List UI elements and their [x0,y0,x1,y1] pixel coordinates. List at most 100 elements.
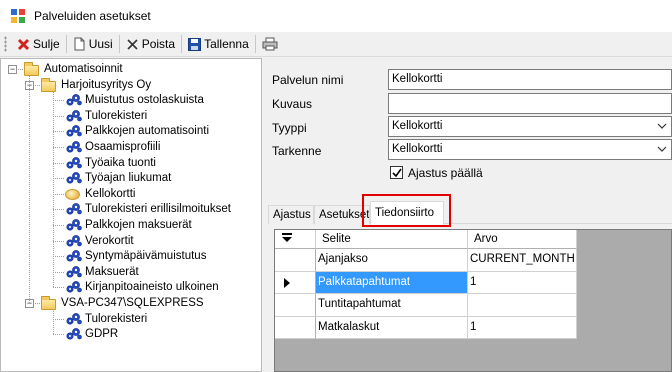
gears-icon [65,249,82,263]
collapse-icon[interactable]: − [8,65,17,74]
gears-icon [65,234,82,248]
tab-schedule[interactable]: Ajastus [268,205,314,224]
tree-item[interactable]: Kirjanpitoaineisto ulkoinen [65,279,219,295]
toolbar-separator [118,35,120,53]
filter-dropdown-icon [282,233,292,242]
tree-node-label: GDPR [85,328,119,341]
grid-cell-description[interactable]: Matkalaskut [316,316,468,339]
service-name-field[interactable]: Kellokortti [388,69,672,90]
tree-connector [53,84,54,288]
tree-connector [53,100,64,102]
grid-cell-value[interactable] [468,294,577,317]
type-dropdown-value: Kellokortti [392,120,443,132]
row-header[interactable] [275,271,316,294]
tree-item[interactable]: Verokortit [65,233,134,249]
tree-item[interactable]: Maksuerät [65,264,139,280]
gears-icon [65,265,82,279]
tree-item[interactable]: Palkkojen automatisointi [65,123,209,139]
tree-node-label: Palkkojen automatisointi [85,125,210,138]
subtype-dropdown-value: Kellokortti [392,143,443,155]
tree-item[interactable]: Palkkojen maksuerät [65,217,192,233]
current-row-arrow-icon [284,277,290,288]
new-button[interactable]: Uusi [69,33,117,55]
tree-item[interactable]: Tulorekisteri [65,108,147,124]
row-header[interactable] [275,316,316,339]
grid-cell-value[interactable]: 1 [468,316,577,339]
grid-cell-description[interactable]: Ajanjakso [316,249,468,272]
tree-item[interactable]: Työaika tuonti [65,155,156,171]
service-settings-panel: Palvelun nimi Kellokortti Kuvaus Tyyppi … [266,58,672,372]
highlight-annotation [362,194,451,227]
close-button[interactable]: Sulje [13,33,64,55]
grid-cell-description[interactable]: Palkkatapahtumat [316,271,468,294]
chevron-down-icon [657,146,667,152]
gears-icon [65,109,82,123]
gears-icon [65,156,82,170]
gears-icon [65,280,82,294]
toolbar-separator [65,35,67,53]
schedule-checkbox[interactable] [390,166,403,179]
folder-icon [24,62,40,76]
app-icon [10,8,26,24]
tree-item[interactable]: Tulorekisteri erillisilmoitukset [65,201,231,217]
grid-cell-value[interactable]: 1 [468,271,577,294]
tree-node-label: Muistutus ostolaskuista [85,94,204,107]
tree-node-label: Työajan liukumat [85,172,172,185]
gears-icon [65,218,82,232]
tree-item[interactable]: Muistutus ostolaskuista [65,92,204,108]
window-title: Palveluiden asetukset [34,9,151,23]
tree-node-label: Kirjanpitoaineisto ulkoinen [85,281,219,294]
type-dropdown[interactable]: Kellokortti [388,116,672,137]
tree-group-root[interactable]: Automatisoinnit [24,61,123,77]
row-header[interactable] [275,249,316,272]
save-button[interactable]: Tallenna [184,33,253,55]
tree-connector [53,115,64,117]
description-field[interactable] [388,93,672,114]
tree-node-label: VSA-PC347\SQLEXPRESS [61,297,204,309]
tree-node-label: Osaamisprofiili [85,141,161,153]
toolbar-separator [254,35,256,53]
gears-icon [65,327,82,341]
subtype-label: Tarkenne [272,144,322,158]
tree-node-label: Syntymäpäivämuistutus [85,250,207,263]
tree-connector [53,318,64,320]
gears-icon [65,202,82,216]
selected-node-icon [65,187,81,201]
tree-group-server[interactable]: VSA-PC347\SQLEXPRESS [41,295,204,311]
tree-item[interactable]: Työajan liukumat [65,170,171,186]
automation-tree[interactable]: − − − Automatisoinnit Harjoitusyritys Oy Mui… [0,58,262,372]
description-label: Kuvaus [272,97,313,111]
column-header-description[interactable]: Selite [316,230,468,249]
subtype-dropdown[interactable]: Kellokortti [388,139,672,160]
tree-item[interactable]: Osaamisprofiili [65,139,160,155]
toolbar-separator [181,35,183,53]
service-name-label: Palvelun nimi [272,73,344,87]
tree-item[interactable]: GDPR [65,326,118,342]
grid-corner-header[interactable] [275,230,316,249]
chevron-down-icon [657,123,667,129]
title-bar: Palveluiden asetukset [0,0,672,32]
tree-item[interactable]: Tulorekisteri [65,311,147,327]
delete-button[interactable]: Poista [122,33,179,55]
print-button[interactable] [258,33,285,55]
tree-group-company[interactable]: Harjoitusyritys Oy [41,77,151,93]
row-header[interactable] [275,294,316,317]
tree-node-label: Maksuerät [85,265,139,278]
tree-node-label: Tulorekisteri [85,312,148,325]
toolbar-grip[interactable] [4,36,7,52]
tree-connector [53,209,64,211]
new-document-icon [74,37,85,51]
close-button-label: Sulje [33,37,60,51]
tree-connector [53,256,64,258]
tree-item[interactable]: Syntymäpäivämuistutus [65,248,206,264]
data-grid[interactable]: Selite Arvo Ajanjakso CURRENT_MONTH Palkka… [274,229,672,372]
grid-cell-value[interactable]: CURRENT_MONTH [468,249,577,272]
column-header-value[interactable]: Arvo [468,230,577,249]
tree-item[interactable]: Kellokortti [65,186,136,202]
delete-button-label: Poista [141,37,176,51]
tree-node-label: Harjoitusyritys Oy [61,78,152,91]
gears-icon [65,124,82,138]
tree-node-label: Automatisoinnit [44,63,123,75]
gears-icon [65,312,82,326]
grid-cell-description[interactable]: Tuntitapahtumat [316,294,468,317]
